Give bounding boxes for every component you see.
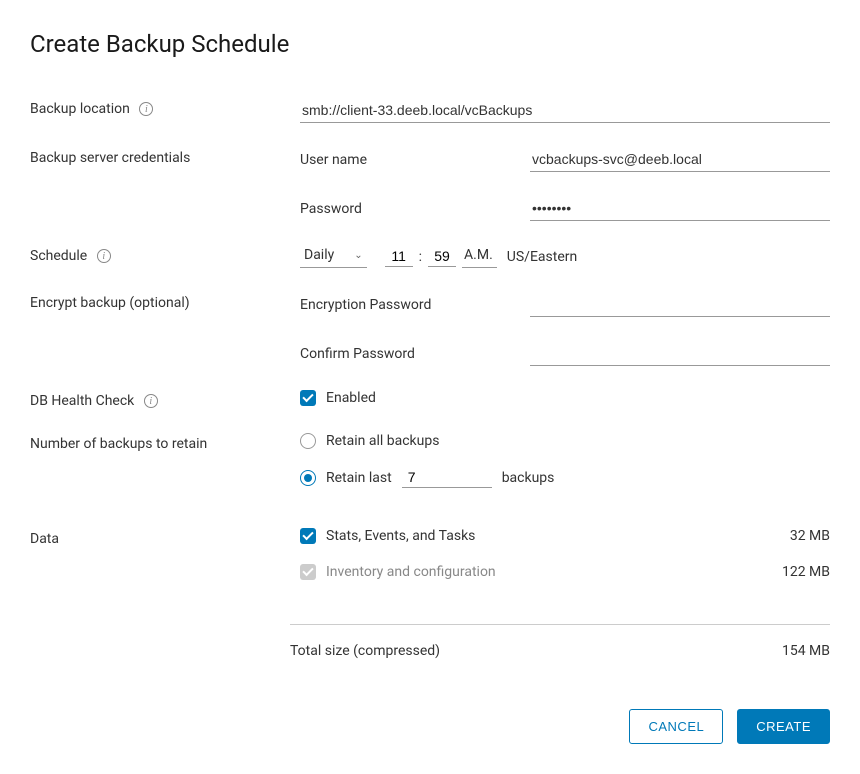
db-health-checkbox[interactable]: Enabled	[300, 390, 376, 406]
label-credentials: Backup server credentials	[30, 147, 300, 166]
info-icon[interactable]: i	[139, 102, 153, 116]
encryption-password-input[interactable]	[530, 292, 830, 317]
label-confirm-password: Confirm Password	[300, 346, 530, 362]
label-retain-all: Retain all backups	[326, 433, 439, 449]
label-password: Password	[300, 201, 530, 217]
checkbox-icon	[300, 564, 316, 580]
schedule-frequency-select[interactable]: Daily ⌄	[300, 245, 367, 268]
label-backup-location: Backup location i	[30, 98, 300, 117]
total-row: Total size (compressed) 154 MB	[290, 643, 830, 659]
info-icon[interactable]: i	[144, 394, 158, 408]
page-title: Create Backup Schedule	[30, 30, 830, 58]
row-db-health: DB Health Check i Enabled	[30, 390, 830, 409]
stats-checkbox[interactable]: Stats, Events, and Tasks	[300, 528, 475, 544]
inventory-size: 122 MB	[782, 564, 830, 580]
row-schedule: Schedule i Daily ⌄ : A.M. US/Eastern	[30, 245, 830, 268]
retain-count-input[interactable]	[402, 467, 492, 488]
backup-location-input[interactable]	[300, 98, 830, 123]
label-enc-password: Encryption Password	[300, 297, 530, 313]
label-schedule: Schedule i	[30, 245, 300, 264]
info-icon[interactable]: i	[97, 249, 111, 263]
label-encrypt: Encrypt backup (optional)	[30, 292, 300, 311]
row-backup-location: Backup location i	[30, 98, 830, 123]
row-data: Data Stats, Events, and Tasks 32 MB Inve…	[30, 528, 830, 600]
label-username: User name	[300, 152, 530, 168]
schedule-hour-input[interactable]	[385, 246, 413, 267]
label-inventory: Inventory and configuration	[326, 564, 496, 580]
password-input[interactable]	[530, 196, 830, 221]
total-size: 154 MB	[782, 643, 830, 659]
label-db-health: DB Health Check i	[30, 390, 300, 409]
row-credentials: Backup server credentials User name Pass…	[30, 147, 830, 221]
label-retain-last: Retain last	[326, 470, 392, 486]
inventory-checkbox: Inventory and configuration	[300, 564, 496, 580]
retain-last-radio[interactable]: Retain last backups	[300, 467, 830, 488]
label-enabled: Enabled	[326, 390, 376, 406]
time-separator: :	[419, 249, 422, 265]
schedule-timezone: US/Eastern	[507, 249, 577, 265]
username-input[interactable]	[530, 147, 830, 172]
retain-all-radio[interactable]: Retain all backups	[300, 433, 830, 449]
radio-icon	[300, 433, 316, 449]
label-retain: Number of backups to retain	[30, 433, 300, 452]
checkbox-icon	[300, 528, 316, 544]
chevron-down-icon: ⌄	[354, 250, 362, 261]
checkbox-icon	[300, 390, 316, 406]
divider	[290, 624, 830, 625]
row-encrypt: Encrypt backup (optional) Encryption Pas…	[30, 292, 830, 366]
label-stats: Stats, Events, and Tasks	[326, 528, 475, 544]
confirm-password-input[interactable]	[530, 341, 830, 366]
schedule-ampm-select[interactable]: A.M.	[462, 245, 497, 268]
label-data: Data	[30, 528, 300, 547]
schedule-minute-input[interactable]	[428, 246, 456, 267]
radio-icon	[300, 470, 316, 486]
row-retain: Number of backups to retain Retain all b…	[30, 433, 830, 488]
label-total: Total size (compressed)	[290, 643, 440, 659]
label-backups-suffix: backups	[502, 470, 555, 486]
stats-size: 32 MB	[790, 528, 830, 544]
